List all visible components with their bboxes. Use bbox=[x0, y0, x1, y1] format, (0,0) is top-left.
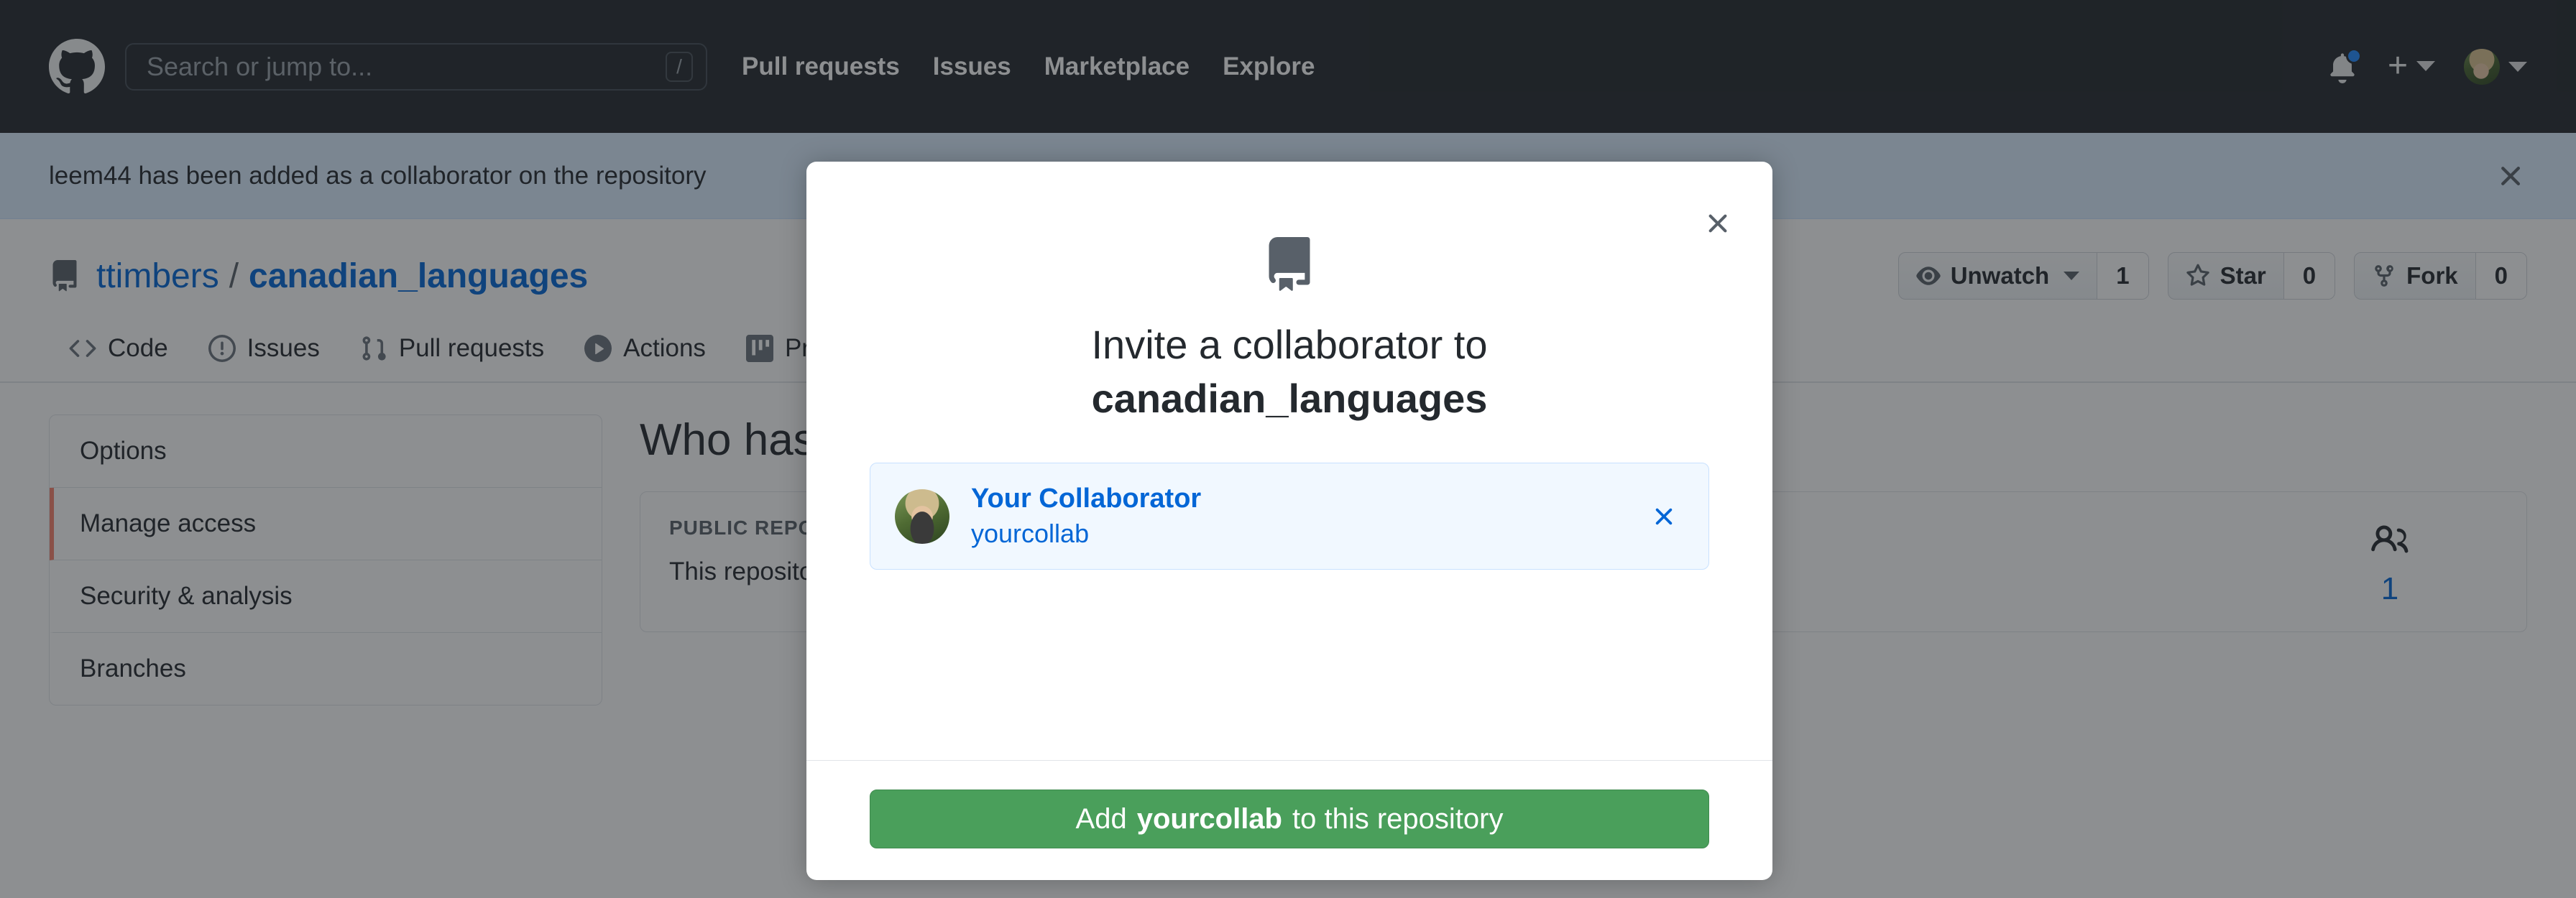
collaborator-identity: Your Collaborator yourcollab bbox=[971, 483, 1201, 549]
remove-collaborator-button[interactable] bbox=[1644, 496, 1684, 537]
close-icon bbox=[1655, 508, 1673, 524]
collaborator-login: yourcollab bbox=[971, 519, 1090, 549]
screen: Search or jump to... / Pull requests Iss… bbox=[0, 0, 2576, 898]
repo-icon bbox=[870, 237, 1709, 292]
close-icon bbox=[1708, 214, 1727, 233]
modal-close-button[interactable] bbox=[1699, 205, 1736, 242]
modal-header: Invite a collaborator to canadian_langua… bbox=[806, 162, 1772, 425]
add-collaborator-button[interactable]: Add yourcollab to this repository bbox=[870, 790, 1709, 848]
modal-title: Invite a collaborator to canadian_langua… bbox=[870, 318, 1709, 425]
modal-title-line1: Invite a collaborator to bbox=[1091, 322, 1488, 367]
collaborator-display-name: Your Collaborator bbox=[971, 483, 1202, 514]
add-button-suffix: to this repository bbox=[1292, 802, 1504, 835]
invite-collaborator-dialog: Invite a collaborator to canadian_langua… bbox=[806, 162, 1772, 880]
modal-title-repo-name: canadian_languages bbox=[1091, 376, 1488, 422]
add-button-prefix: Add bbox=[1075, 802, 1127, 835]
add-button-login: yourcollab bbox=[1136, 802, 1282, 835]
modal-footer: Add yourcollab to this repository bbox=[806, 760, 1772, 880]
avatar bbox=[895, 489, 949, 544]
collaborator-result-item[interactable]: Your Collaborator yourcollab bbox=[870, 463, 1709, 570]
